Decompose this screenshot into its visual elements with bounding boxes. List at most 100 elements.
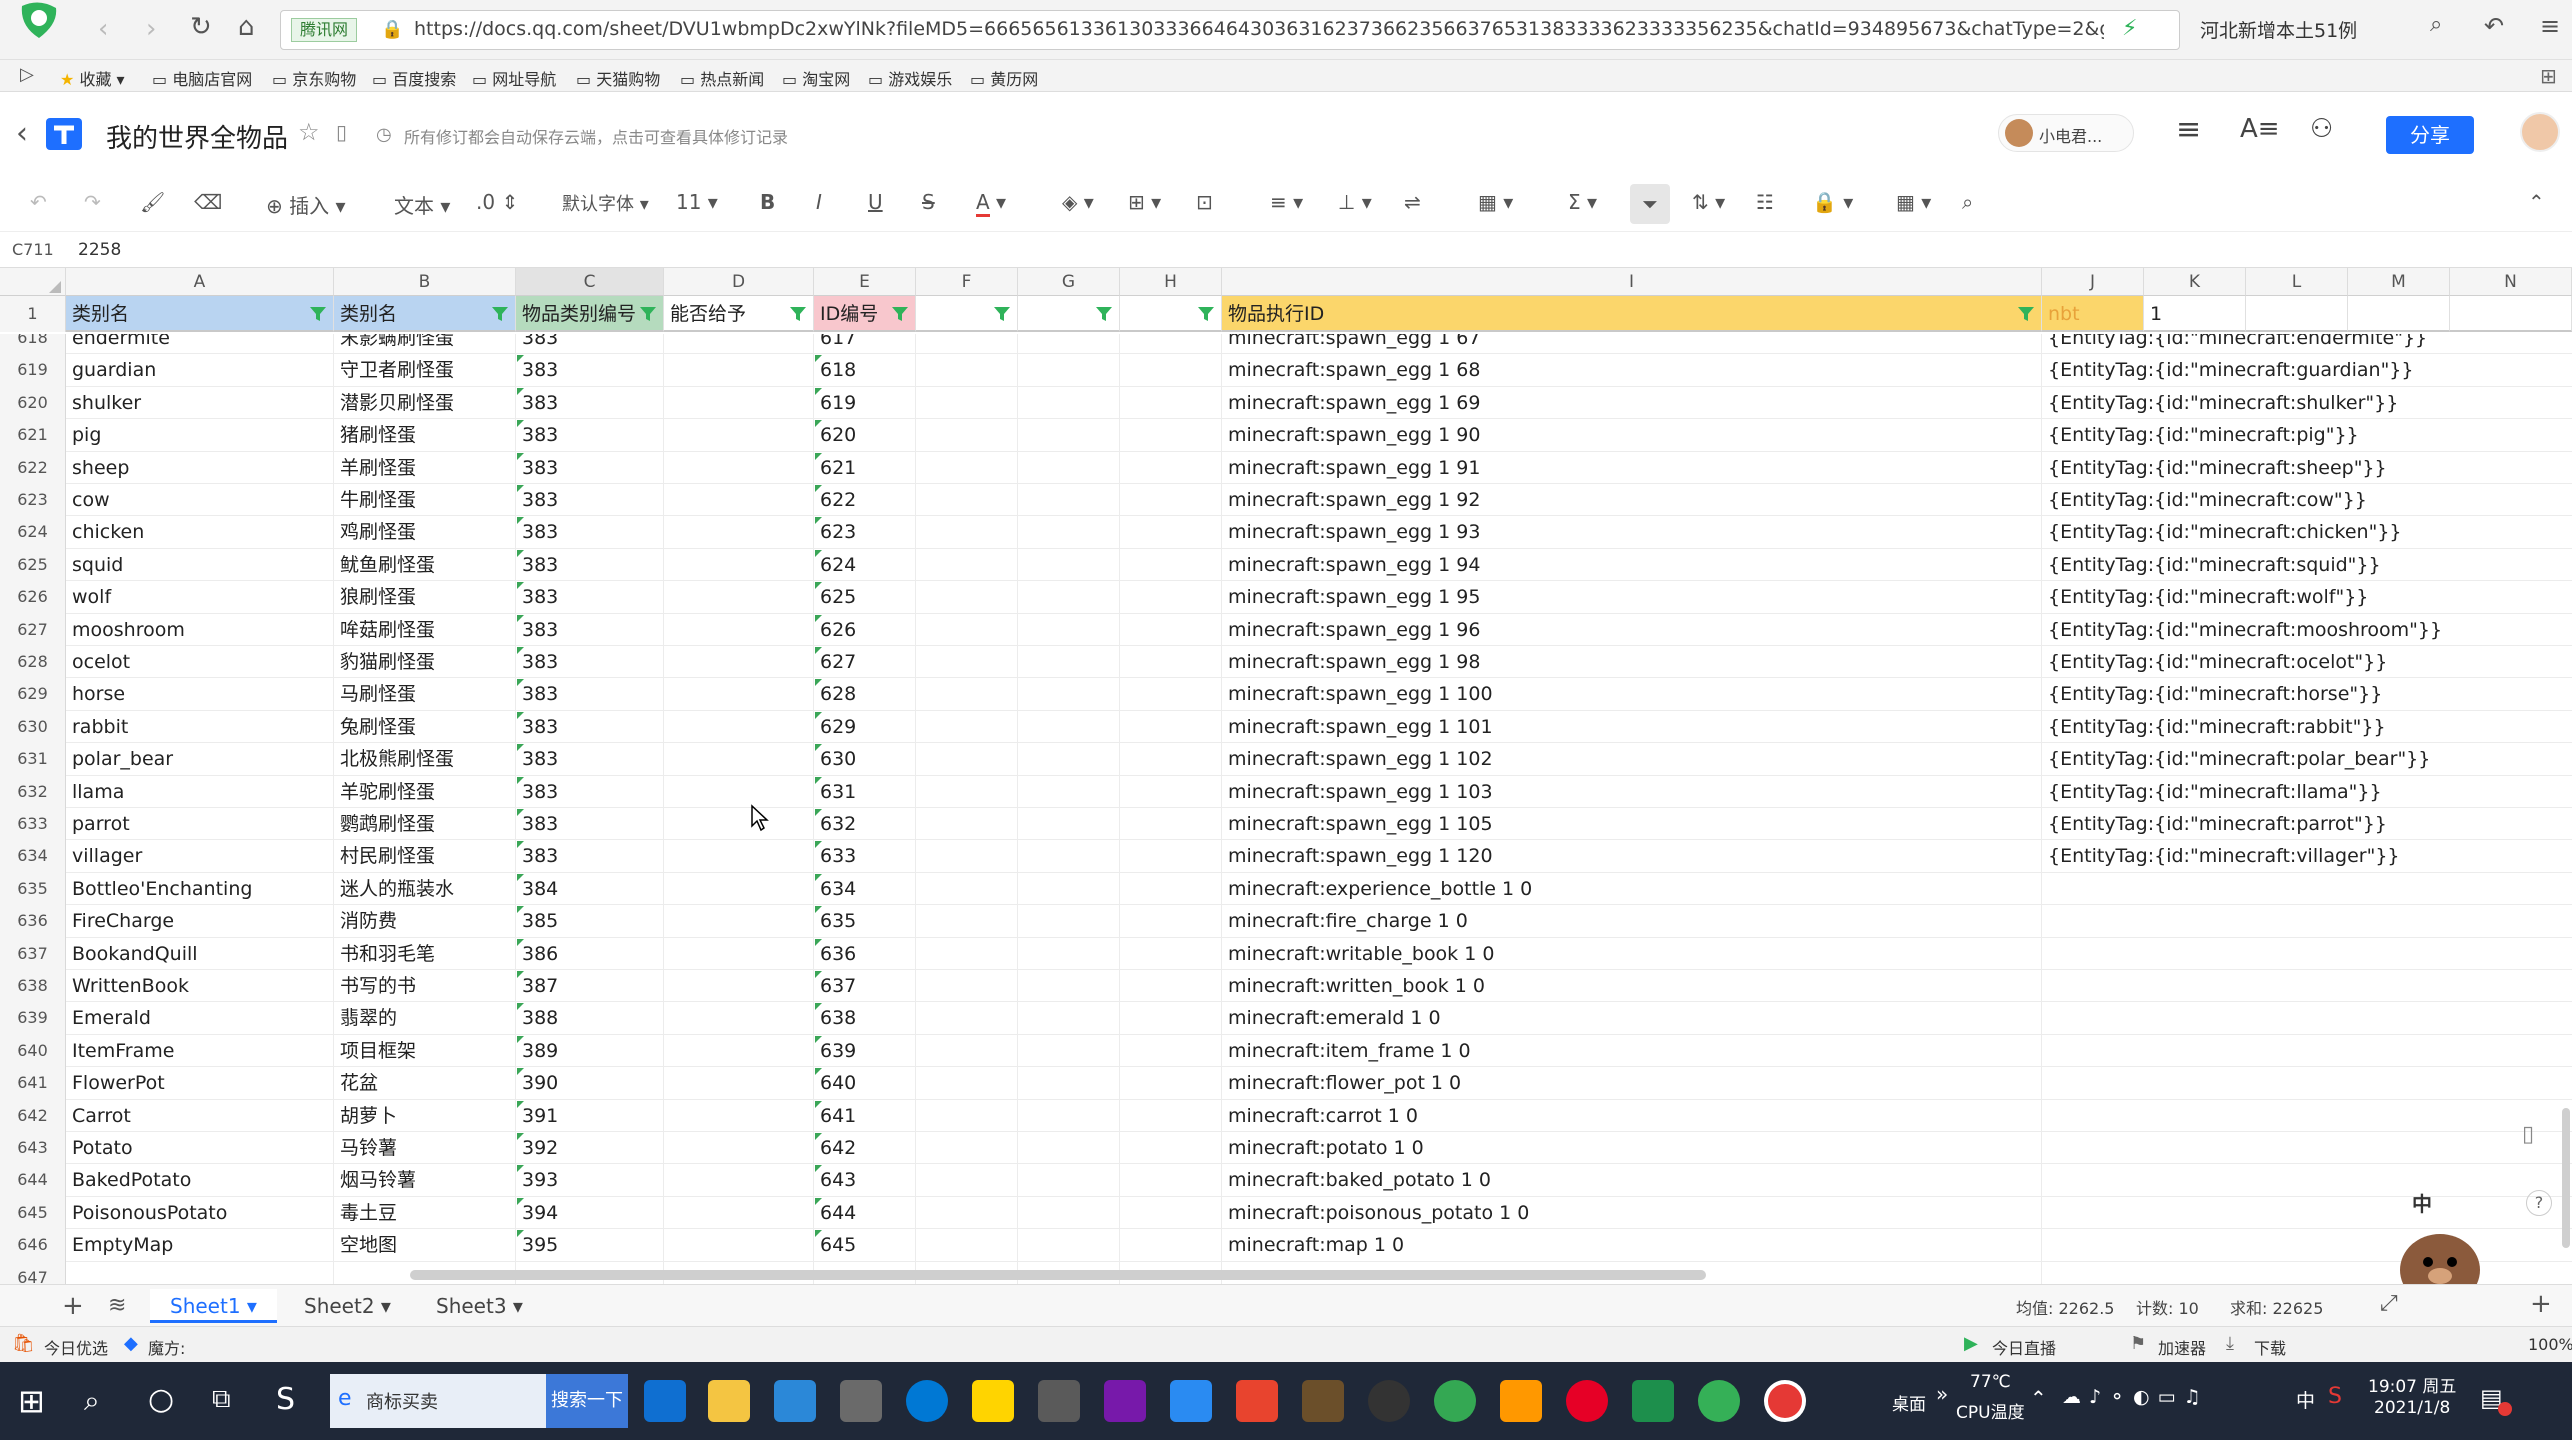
- cell-j[interactable]: {EntityTag:{id:"minecraft:endermite"}}: [2042, 334, 2572, 354]
- border-icon[interactable]: ⊞ ▾: [1128, 190, 1161, 214]
- cell-i[interactable]: minecraft:spawn_egg 1 93: [1222, 516, 2042, 549]
- cell-h[interactable]: [1120, 775, 1222, 808]
- cell-g[interactable]: [1018, 1034, 1120, 1068]
- task-view-icon[interactable]: ⧉: [212, 1384, 231, 1415]
- header-cell-j[interactable]: nbt: [2042, 296, 2144, 332]
- conditional-format-icon[interactable]: ☷: [1756, 190, 1774, 214]
- cell-j[interactable]: {EntityTag:{id:"minecraft:shulker"}}: [2042, 387, 2572, 419]
- cell-g[interactable]: [1018, 905, 1120, 938]
- edge-icon[interactable]: [644, 1380, 686, 1422]
- cell-f[interactable]: [916, 516, 1018, 549]
- cell-i[interactable]: minecraft:spawn_egg 1 69: [1222, 386, 2042, 420]
- cell-h[interactable]: [1120, 613, 1222, 646]
- fill-color-icon[interactable]: ◈ ▾: [1062, 190, 1094, 214]
- merge-cells-icon[interactable]: ⊡: [1196, 190, 1213, 214]
- media-app-icon[interactable]: [1368, 1380, 1410, 1422]
- cell-i[interactable]: minecraft:experience_bottle 1 0: [1222, 872, 2042, 906]
- cell-g[interactable]: [1018, 872, 1120, 906]
- help-icon[interactable]: ?: [2526, 1190, 2552, 1216]
- cell-d[interactable]: [664, 678, 814, 711]
- cell-i[interactable]: minecraft:item_frame 1 0: [1222, 1034, 2042, 1068]
- cell-d[interactable]: [664, 613, 814, 646]
- tray-arrow-icon[interactable]: ⌃: [2030, 1386, 2047, 1410]
- underline-button[interactable]: U: [868, 190, 883, 214]
- header-cell-d[interactable]: 能否给予: [664, 296, 814, 332]
- cell-f[interactable]: [916, 386, 1018, 420]
- insert-menu[interactable]: ⊕ 插入 ▾: [266, 190, 346, 219]
- store-icon[interactable]: [840, 1380, 882, 1422]
- cell-e[interactable]: 631: [814, 775, 916, 808]
- cell-e[interactable]: 640: [814, 1067, 916, 1100]
- document-title[interactable]: 我的世界全物品: [106, 118, 288, 155]
- cell-h[interactable]: [1120, 1229, 1222, 1262]
- cell-b[interactable]: 项目框架: [334, 1034, 516, 1068]
- cell-a[interactable]: polar_bear: [66, 743, 334, 776]
- filter-icon[interactable]: [891, 305, 909, 323]
- cell-b[interactable]: 潜影贝刷怪蛋: [334, 386, 516, 420]
- cell-h[interactable]: [1120, 872, 1222, 906]
- qq-browser-icon[interactable]: [1698, 1380, 1740, 1422]
- row-number[interactable]: 618: [0, 334, 66, 355]
- cell-d[interactable]: [664, 775, 814, 808]
- header-cell-n[interactable]: [2450, 296, 2572, 332]
- column-header-e[interactable]: E: [814, 268, 916, 296]
- cell-d[interactable]: [664, 1229, 814, 1262]
- home-icon[interactable]: ⌂: [238, 14, 255, 40]
- cell-d[interactable]: [664, 1164, 814, 1197]
- status-today-deals[interactable]: 今日优选: [44, 1335, 108, 1359]
- filter-icon[interactable]: [491, 305, 509, 323]
- redo-tool-icon[interactable]: ↷: [84, 190, 101, 214]
- cell-d[interactable]: [664, 970, 814, 1003]
- cell-i[interactable]: minecraft:spawn_egg 1 102: [1222, 743, 2042, 776]
- number-format-menu[interactable]: 文本 ▾: [394, 190, 450, 219]
- cell-a[interactable]: WrittenBook: [66, 970, 334, 1003]
- cell-b[interactable]: 羊驼刷怪蛋: [334, 775, 516, 808]
- column-header-d[interactable]: D: [664, 268, 814, 296]
- bookmark-item[interactable]: ▭ 电脑店官网: [152, 66, 252, 90]
- bookmark-item[interactable]: ▭ 热点新闻: [680, 66, 764, 90]
- row-number[interactable]: 622: [0, 451, 66, 484]
- share-button[interactable]: 分享: [2386, 116, 2474, 154]
- cell-d[interactable]: [664, 646, 814, 679]
- cell-f[interactable]: [916, 613, 1018, 646]
- forward-icon[interactable]: ›: [146, 16, 156, 42]
- cell-h[interactable]: [1120, 1034, 1222, 1068]
- spreadsheet-app-icon[interactable]: [1632, 1380, 1674, 1422]
- row-number[interactable]: 619: [0, 354, 66, 387]
- row-number[interactable]: 626: [0, 581, 66, 614]
- font-color-button[interactable]: A ▾: [976, 190, 1006, 217]
- cell-c[interactable]: 384: [516, 872, 664, 906]
- row-number[interactable]: 642: [0, 1099, 66, 1132]
- cell-j[interactable]: [2042, 970, 2572, 1002]
- cell-d[interactable]: [664, 451, 814, 484]
- cell-e[interactable]: 645: [814, 1229, 916, 1262]
- bookmark-item[interactable]: ▭ 网址导航: [472, 66, 556, 90]
- cell-reference[interactable]: C711: [12, 240, 54, 259]
- collaborators-icon[interactable]: ⚇: [2310, 114, 2333, 144]
- minecraft-icon[interactable]: [1302, 1380, 1344, 1422]
- cell-j[interactable]: {EntityTag:{id:"minecraft:horse"}}: [2042, 678, 2572, 710]
- cell-b[interactable]: 毒土豆: [334, 1196, 516, 1230]
- cell-e[interactable]: 633: [814, 840, 916, 873]
- cell-c[interactable]: 383: [516, 386, 664, 420]
- account-avatar[interactable]: [2520, 112, 2560, 152]
- cell-d[interactable]: [664, 710, 814, 744]
- cell-h[interactable]: [1120, 937, 1222, 970]
- select-all-corner[interactable]: [0, 268, 66, 296]
- cell-a[interactable]: endermite: [66, 334, 334, 355]
- cell-a[interactable]: Emerald: [66, 1002, 334, 1035]
- cell-b[interactable]: 鹦鹉刷怪蛋: [334, 808, 516, 841]
- cell-d[interactable]: [664, 334, 814, 355]
- cell-j[interactable]: {EntityTag:{id:"minecraft:mooshroom"}}: [2042, 614, 2572, 646]
- cell-c[interactable]: 386: [516, 937, 664, 970]
- cell-f[interactable]: [916, 354, 1018, 387]
- cell-i[interactable]: minecraft:flower_pot 1 0: [1222, 1067, 2042, 1100]
- row-number[interactable]: 1: [0, 296, 66, 332]
- cell-e[interactable]: 621: [814, 451, 916, 484]
- column-header-i[interactable]: I: [1222, 268, 2042, 296]
- tab-sheet3[interactable]: Sheet3 ▾: [416, 1289, 543, 1323]
- cell-i[interactable]: minecraft:spawn_egg 1 101: [1222, 710, 2042, 744]
- cell-g[interactable]: [1018, 419, 1120, 452]
- row-number[interactable]: 621: [0, 419, 66, 452]
- cell-e[interactable]: 623: [814, 516, 916, 549]
